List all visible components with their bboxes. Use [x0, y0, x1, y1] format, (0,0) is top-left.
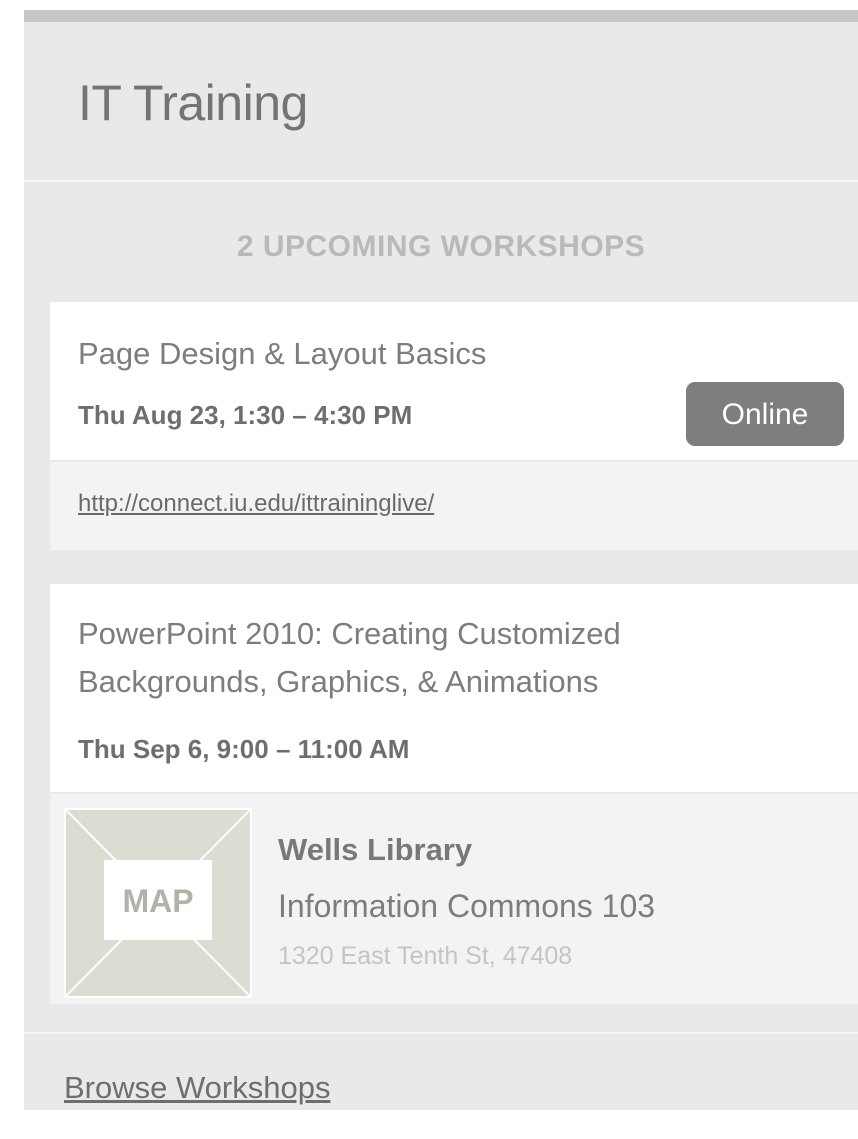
workshop-card-2: PowerPoint 2010: Creating Customized Bac… [50, 584, 858, 1004]
top-accent-bar [24, 10, 858, 22]
location-room: Information Commons 103 [278, 888, 656, 924]
online-badge: Online [686, 382, 844, 446]
workshop-card-1: Page Design & Layout Basics Thu Aug 23, … [50, 302, 858, 550]
online-meeting-link[interactable]: http://connect.iu.edu/ittraininglive/ [78, 490, 434, 518]
workshop-card-header: Page Design & Layout Basics Thu Aug 23, … [50, 302, 858, 460]
map-label: MAP [104, 860, 212, 940]
location-address: 1320 East Tenth St, 47408 [278, 942, 573, 970]
map-thumbnail[interactable]: MAP [64, 808, 252, 998]
workshop-location: MAP Wells Library Information Commons 10… [50, 792, 858, 1004]
workshop-title-line-2[interactable]: Backgrounds, Graphics, & Animations [78, 662, 598, 702]
workshop-title[interactable]: Page Design & Layout Basics [78, 334, 486, 374]
browse-workshops-link[interactable]: Browse Workshops [64, 1070, 330, 1106]
workshop-count: 2 UPCOMING WORKSHOPS [236, 230, 646, 263]
location-building: Wells Library [278, 832, 473, 867]
workshop-card-header: PowerPoint 2010: Creating Customized Bac… [50, 584, 858, 792]
footer-divider [24, 1032, 858, 1034]
workshop-title-line-1[interactable]: PowerPoint 2010: Creating Customized [78, 614, 621, 654]
page-title: IT Training [78, 75, 308, 131]
workshop-datetime: Thu Aug 23, 1:30 – 4:30 PM [78, 400, 413, 430]
header-divider [24, 180, 858, 182]
workshop-card-footer: http://connect.iu.edu/ittraininglive/ [50, 460, 858, 550]
workshop-datetime: Thu Sep 6, 9:00 – 11:00 AM [78, 734, 410, 764]
it-training-widget: IT Training 2 UPCOMING WORKSHOPS Page De… [24, 10, 858, 1110]
